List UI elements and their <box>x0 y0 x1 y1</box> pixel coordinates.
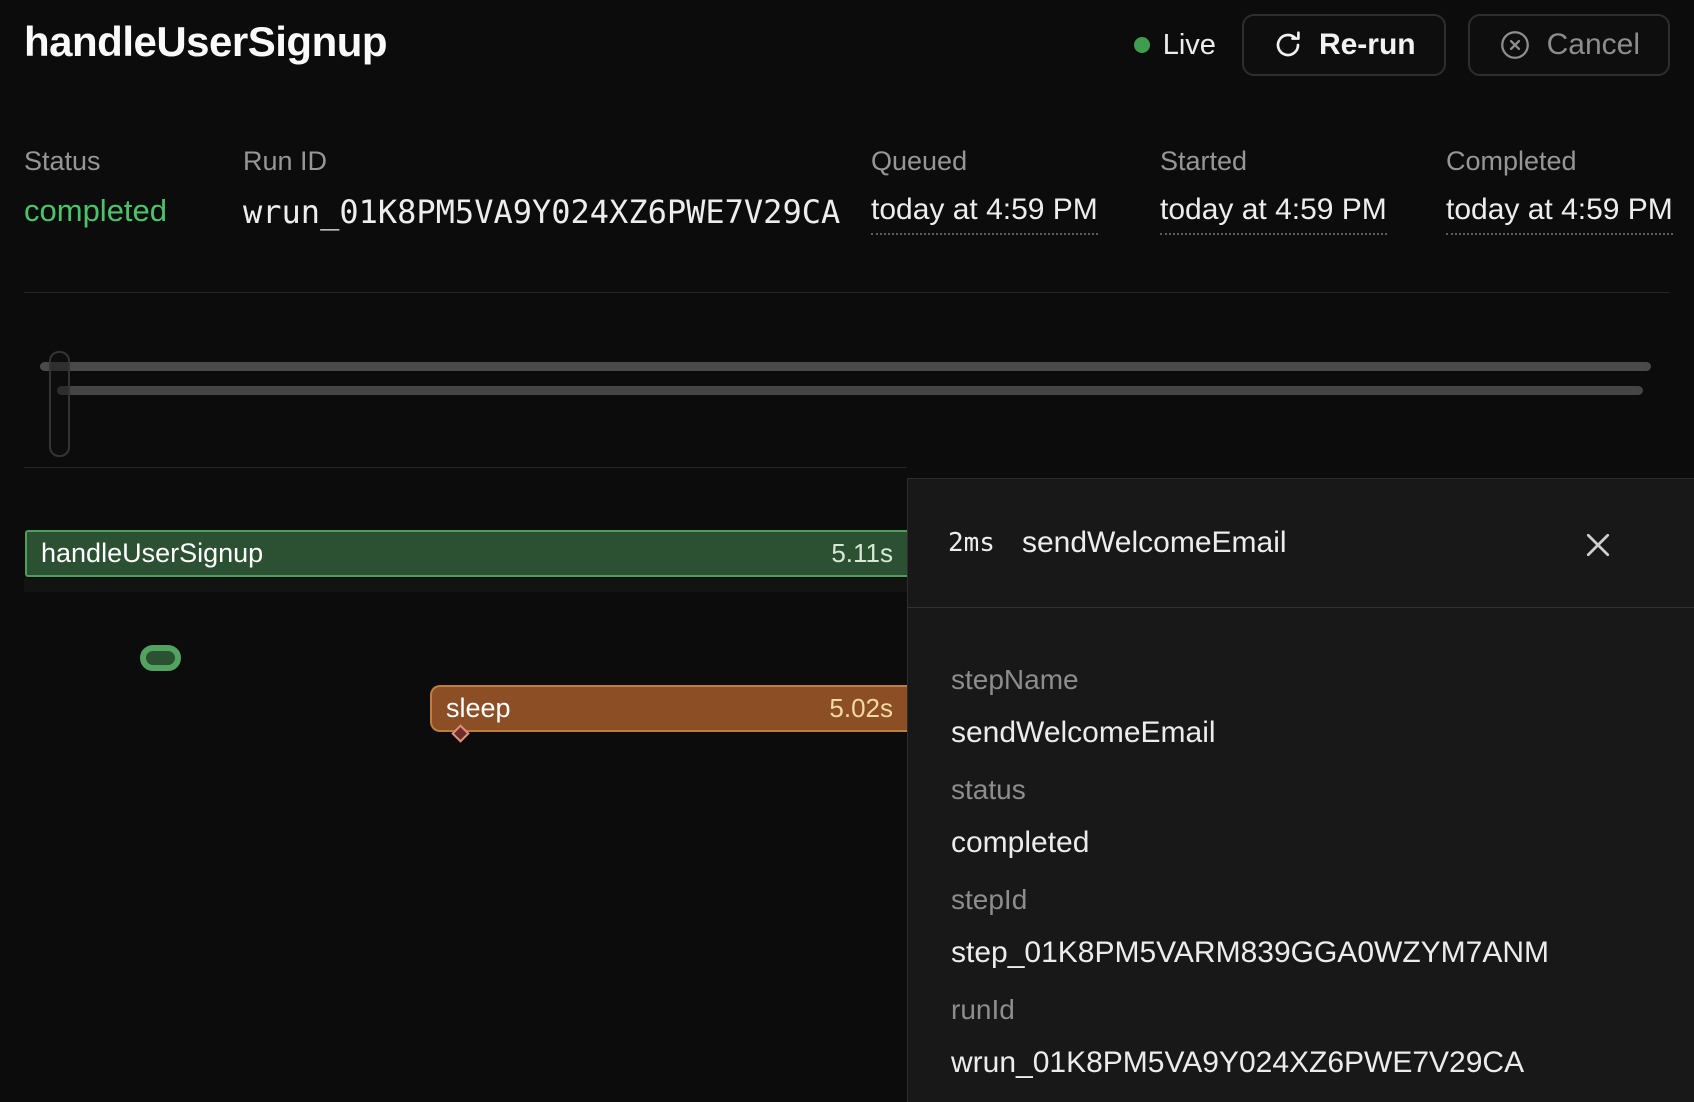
live-indicator: Live <box>1134 29 1216 62</box>
status-label: Status <box>24 146 167 177</box>
field-status: status completed <box>951 774 1694 860</box>
queued-value: today at 4:59 PM <box>871 193 1098 235</box>
step-pill-sendWelcomeEmail[interactable] <box>140 645 181 671</box>
live-dot-icon <box>1134 37 1150 53</box>
started-value: today at 4:59 PM <box>1160 193 1387 235</box>
rerun-button[interactable]: Re-run <box>1242 14 1446 76</box>
step-duration: 2ms <box>948 528 995 558</box>
field-value: step_01K8PM5VARM839GGA0WZYM7ANM <box>951 936 1694 970</box>
step-detail-header: 2ms sendWelcomeEmail <box>908 479 1694 608</box>
span-duration: 5.11s <box>831 538 893 569</box>
field-value: sendWelcomeEmail <box>951 716 1694 750</box>
span-duration: 5.02s <box>829 693 893 724</box>
cancel-circle-x-icon <box>1498 28 1532 62</box>
span-name: sleep <box>446 693 511 724</box>
step-detail-panel: 2ms sendWelcomeEmail stepName sendWelcom… <box>907 478 1694 1102</box>
minimap-bar-root <box>40 362 1651 371</box>
run-id-label: Run ID <box>243 146 840 177</box>
meta-status: Status completed <box>24 146 167 229</box>
span-bar-sleep[interactable]: sleep 5.02s <box>430 685 907 732</box>
meta-started: Started today at 4:59 PM <box>1160 146 1387 235</box>
span-bar-handleUserSignup[interactable]: handleUserSignup 5.11s <box>25 530 907 577</box>
meta-queued: Queued today at 4:59 PM <box>871 146 1098 235</box>
field-label: status <box>951 774 1694 806</box>
minimap-bar-sleep <box>57 386 1643 395</box>
field-label: runId <box>951 994 1694 1026</box>
step-title: sendWelcomeEmail <box>1022 526 1287 560</box>
top-actions: Live Re-run Cancel <box>1134 14 1670 76</box>
close-icon <box>1580 551 1616 566</box>
close-panel-button[interactable] <box>1580 527 1616 563</box>
refresh-icon <box>1272 29 1304 61</box>
trace-waterfall: handleUserSignup 5.11s sleep 5.02s <box>0 467 907 1102</box>
meta-completed: Completed today at 4:59 PM <box>1446 146 1673 235</box>
queued-label: Queued <box>871 146 1098 177</box>
status-value: completed <box>24 193 167 229</box>
meta-run-id: Run ID wrun_01K8PM5VA9Y024XZ6PWE7V29CA <box>243 146 840 231</box>
step-detail-fields: stepName sendWelcomeEmail status complet… <box>908 608 1694 1080</box>
scrubber-handle[interactable] <box>49 351 70 457</box>
run-id-value: wrun_01K8PM5VA9Y024XZ6PWE7V29CA <box>243 193 840 231</box>
completed-value: today at 4:59 PM <box>1446 193 1673 235</box>
cancel-button[interactable]: Cancel <box>1468 14 1670 76</box>
field-runId: runId wrun_01K8PM5VA9Y024XZ6PWE7V29CA <box>951 994 1694 1080</box>
timeline-scrubber[interactable] <box>0 300 1694 465</box>
field-label: stepId <box>951 884 1694 916</box>
field-stepName: stepName sendWelcomeEmail <box>951 664 1694 750</box>
field-stepId: stepId step_01K8PM5VARM839GGA0WZYM7ANM <box>951 884 1694 970</box>
span-name: handleUserSignup <box>41 538 263 569</box>
field-label: stepName <box>951 664 1694 696</box>
completed-label: Completed <box>1446 146 1673 177</box>
field-value: wrun_01K8PM5VA9Y024XZ6PWE7V29CA <box>951 1046 1694 1080</box>
field-value: completed <box>951 826 1694 860</box>
rerun-button-label: Re-run <box>1319 28 1416 62</box>
workflow-run-detail-page: handleUserSignup Live Re-run Cancel <box>0 0 1694 1102</box>
cancel-button-label: Cancel <box>1547 28 1640 62</box>
live-label: Live <box>1163 29 1216 62</box>
row-strip <box>24 578 907 592</box>
divider <box>24 292 1670 293</box>
page-title: handleUserSignup <box>24 18 387 66</box>
started-label: Started <box>1160 146 1387 177</box>
